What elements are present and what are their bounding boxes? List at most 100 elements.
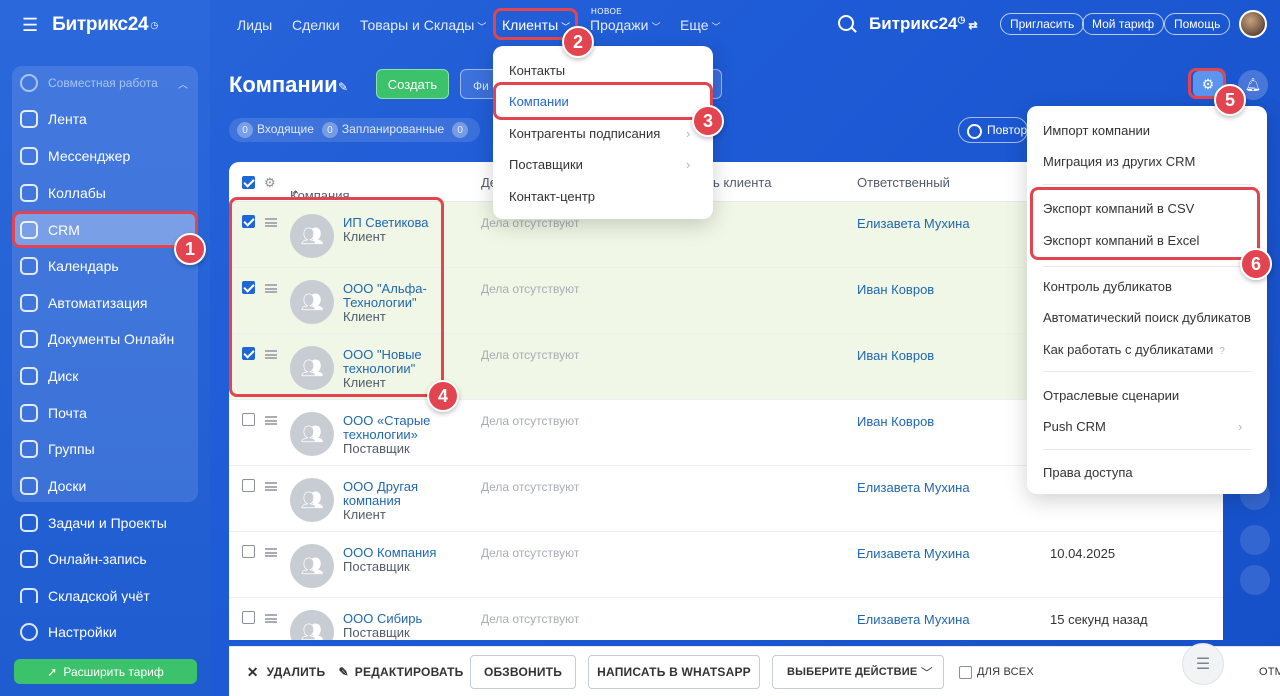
help-button[interactable]: Помощь xyxy=(1164,13,1231,35)
sidebar-item-feed[interactable]: Лента xyxy=(12,102,198,136)
sidebar-header: ☰ Битрикс24 ◷ xyxy=(22,14,158,36)
drag-handle-icon[interactable] xyxy=(265,416,277,425)
chevron-down-icon: ﹀ xyxy=(651,22,661,32)
menu-item-access-rights[interactable]: Права доступа xyxy=(1043,465,1133,480)
menu-item-suppliers[interactable]: Поставщики › xyxy=(509,157,699,172)
drag-handle-icon[interactable] xyxy=(265,614,277,623)
select-all-checkbox[interactable] xyxy=(242,176,255,189)
counter-label: Запланированные xyxy=(341,121,445,136)
row-checkbox[interactable] xyxy=(242,479,255,492)
sidebar-item-warehouse[interactable]: Складской учёт xyxy=(12,579,198,603)
sidebar-item-booking[interactable]: Онлайн-запись xyxy=(12,542,198,576)
company-name-link[interactable]: ООО Компания xyxy=(343,545,436,560)
tariff-button[interactable]: Мой тариф xyxy=(1082,13,1165,35)
menu-item-contacts[interactable]: Контакты xyxy=(509,63,565,78)
sidebar-item-calendar[interactable]: Календарь xyxy=(12,249,198,283)
responsible-link[interactable]: Иван Ковров xyxy=(857,282,934,297)
company-type: Поставщик xyxy=(343,625,410,640)
column-responsible[interactable]: Ответственный xyxy=(857,175,950,190)
list-menu-icon[interactable]: ☰ xyxy=(1182,643,1224,685)
cancel-button[interactable]: ОТМ xyxy=(1259,655,1280,689)
menu-item-duplicates-control[interactable]: Контроль дубликатов xyxy=(1043,279,1172,294)
side-bubble[interactable] xyxy=(1240,565,1270,595)
menu-item-auto-duplicates[interactable]: Автоматический поиск дубликатов xyxy=(1043,310,1251,325)
sidebar-item-mail[interactable]: Почта xyxy=(12,396,198,430)
table-row[interactable]: 👥︎ ООО Компания Поставщик Дела отсутствую… xyxy=(229,532,1223,598)
action-select[interactable]: ВЫБЕРИТЕ ДЕЙСТВИЕ ﹀ xyxy=(772,655,944,689)
sidebar-item-boards[interactable]: Доски xyxy=(12,469,198,503)
pin-icon[interactable]: ✎ xyxy=(338,80,348,94)
drag-handle-icon[interactable] xyxy=(265,482,277,491)
whatsapp-button[interactable]: НАПИСАТЬ В WHATSAPP xyxy=(588,655,760,689)
row-checkbox[interactable] xyxy=(242,545,255,558)
brand-logo: Битрикс24◷⇄ xyxy=(869,14,978,34)
responsible-link[interactable]: Иван Ковров xyxy=(857,348,934,363)
toggle-icon[interactable]: ⇄ xyxy=(968,20,977,32)
column-client-mood[interactable]: ть клиента xyxy=(707,175,771,190)
sidebar-item-groups[interactable]: Группы xyxy=(12,432,198,466)
sidebar-item-settings[interactable]: Настройки xyxy=(12,615,198,649)
counter-planned[interactable]: 0 Запланированные xyxy=(321,121,445,139)
responsible-link[interactable]: Елизавета Мухина xyxy=(857,546,970,561)
company-name-link[interactable]: ООО Другая компания xyxy=(343,479,418,508)
page-title: Компании xyxy=(229,72,338,97)
sidebar-item-messenger[interactable]: Мессенджер xyxy=(12,139,198,173)
menu-item-contact-center[interactable]: Контакт-центр xyxy=(509,189,595,204)
responsible-link[interactable]: Иван Ковров xyxy=(857,414,934,429)
nav-products[interactable]: Товары и Склады ﹀ xyxy=(360,17,486,33)
nav-leads[interactable]: Лиды xyxy=(237,17,272,33)
responsible-link[interactable]: Елизавета Мухина xyxy=(857,480,970,495)
search-icon[interactable] xyxy=(838,15,854,31)
counter-badge: 0 xyxy=(321,122,338,139)
menu-item-migration[interactable]: Миграция из других CRM xyxy=(1043,154,1195,169)
sidebar-item-collabs[interactable]: Коллабы xyxy=(12,176,198,210)
drag-handle-icon[interactable] xyxy=(265,548,277,557)
sidebar: ☰ Битрикс24 ◷ Совместная работа ︿ Лента Ме… xyxy=(0,0,210,696)
call-button[interactable]: ОБЗВОНИТЬ xyxy=(470,655,576,689)
logo[interactable]: Битрикс24 xyxy=(52,14,148,36)
document-icon xyxy=(20,330,38,348)
group-header[interactable]: Совместная работа ︿ xyxy=(12,66,198,100)
menu-item-industry-scenarios[interactable]: Отраслевые сценарии xyxy=(1043,388,1179,403)
nav-deals[interactable]: Сделки xyxy=(292,17,340,33)
sidebar-item-automation[interactable]: Автоматизация xyxy=(12,286,198,320)
menu-item-counterparties[interactable]: Контрагенты подписания › xyxy=(509,126,699,141)
grid-settings-icon[interactable]: ⚙ xyxy=(264,175,276,191)
sidebar-item-tasks[interactable]: Задачи и Проекты xyxy=(12,506,198,540)
company-name-link[interactable]: ООО «Старые технологии» xyxy=(343,413,430,442)
table-row[interactable]: 👥︎ ООО Сибирь Поставщик Дела отсутствуют … xyxy=(229,598,1223,640)
side-bubble[interactable] xyxy=(1240,525,1270,555)
counter-other[interactable]: 0 xyxy=(452,122,472,139)
company-name-link[interactable]: ООО Сибирь xyxy=(343,611,422,626)
responsible-link[interactable]: Елизавета Мухина xyxy=(857,216,970,231)
delete-button[interactable]: ✕ УДАЛИТЬ xyxy=(247,655,325,689)
menu-item-label: Поставщики xyxy=(509,157,583,172)
invite-button[interactable]: Пригласить xyxy=(1000,13,1085,35)
counter-incoming[interactable]: 0 Входящие xyxy=(237,122,314,139)
for-all-checkbox[interactable]: ДЛЯ ВСЕХ xyxy=(959,655,1039,689)
sidebar-item-disk[interactable]: Диск xyxy=(12,359,198,393)
edit-button[interactable]: ✎ РЕДАКТИРОВАТЬ xyxy=(339,655,464,689)
menu-icon[interactable]: ☰ xyxy=(22,16,38,34)
upgrade-button[interactable]: ➚ Расширить тариф xyxy=(14,659,197,684)
menu-item-duplicates-help[interactable]: Как работать с дубликатами? xyxy=(1043,342,1225,357)
sidebar-item-documents[interactable]: Документы Онлайн xyxy=(12,322,198,356)
settings-menu: Импорт компании Миграция из других CRM Э… xyxy=(1027,106,1267,494)
user-avatar[interactable] xyxy=(1239,10,1267,38)
step-badge: 6 xyxy=(1240,248,1272,280)
highlight-selected-rows xyxy=(229,197,444,397)
menu-item-push-crm[interactable]: Push CRM › xyxy=(1043,419,1251,434)
sidebar-item-label: Коллабы xyxy=(48,185,106,201)
for-all-box[interactable] xyxy=(959,665,972,679)
create-button[interactable]: Создать xyxy=(376,69,449,99)
nav-sales[interactable]: Продажи ﹀ xyxy=(590,17,660,33)
responsible-link[interactable]: Елизавета Мухина xyxy=(857,612,970,627)
repeat-button[interactable]: Повтор xyxy=(958,117,1028,143)
row-checkbox[interactable] xyxy=(242,413,255,426)
chevron-right-icon: › xyxy=(686,126,691,141)
nav-more[interactable]: Еще ﹀ xyxy=(680,17,721,33)
menu-item-import[interactable]: Импорт компании xyxy=(1043,123,1150,138)
menu-divider xyxy=(1043,449,1251,450)
row-checkbox[interactable] xyxy=(242,611,255,624)
company-cell: ООО Другая компания Клиент xyxy=(343,480,463,522)
